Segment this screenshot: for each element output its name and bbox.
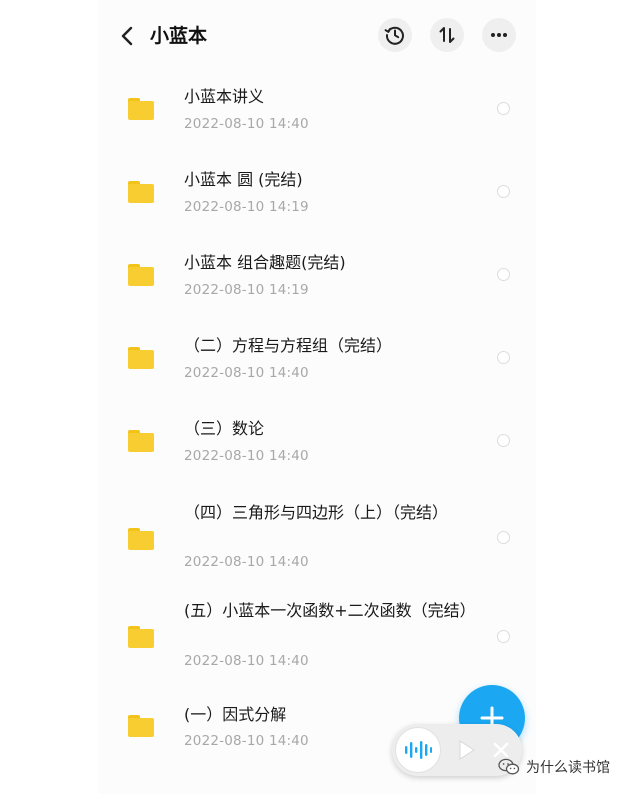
folder-icon	[128, 528, 154, 550]
watermark-text: 为什么读书馆	[526, 760, 610, 776]
folder-icon	[128, 347, 154, 369]
folder-icon	[128, 715, 154, 737]
watermark: 为什么读书馆	[498, 756, 610, 778]
more-button[interactable]	[482, 18, 516, 52]
sort-button[interactable]	[430, 18, 464, 52]
audio-wave-icon	[405, 741, 432, 759]
file-list: 小蓝本讲义 2022-08-10 14:40 小蓝本 圆 (完结) 2022-0…	[98, 72, 536, 766]
wechat-icon	[498, 758, 520, 775]
back-button[interactable]	[116, 22, 138, 50]
more-icon	[491, 33, 507, 37]
file-name: 小蓝本 组合趣题(完结)	[184, 253, 346, 272]
folder-icon	[128, 264, 154, 286]
history-icon	[384, 26, 404, 45]
file-name: 小蓝本 圆 (完结)	[184, 170, 303, 189]
sort-icon	[439, 27, 455, 43]
select-radio[interactable]	[497, 630, 510, 643]
list-item[interactable]: 小蓝本讲义 2022-08-10 14:40	[98, 72, 536, 155]
file-date: 2022-08-10 14:19	[184, 282, 309, 298]
file-name: 小蓝本讲义	[184, 87, 265, 106]
file-date: 2022-08-10 14:19	[184, 199, 309, 215]
list-item[interactable]: 小蓝本 圆 (完结) 2022-08-10 14:19	[98, 155, 536, 238]
folder-icon	[128, 430, 154, 452]
select-radio[interactable]	[497, 185, 510, 198]
list-item[interactable]: （三）数论 2022-08-10 14:40	[98, 404, 536, 488]
play-icon[interactable]	[454, 738, 478, 762]
folder-icon	[128, 626, 154, 648]
select-radio[interactable]	[497, 531, 510, 544]
file-date: 2022-08-10 14:40	[184, 116, 309, 132]
select-radio[interactable]	[497, 268, 510, 281]
select-radio[interactable]	[497, 434, 510, 447]
top-bar: 小蓝本	[98, 0, 536, 72]
select-radio[interactable]	[497, 351, 510, 364]
audio-wave-button[interactable]	[395, 727, 441, 773]
select-radio[interactable]	[497, 102, 510, 115]
chevron-left-icon	[121, 26, 133, 46]
folder-icon	[128, 181, 154, 203]
file-date: 2022-08-10 14:40	[184, 365, 309, 381]
file-date: 2022-08-10 14:40	[184, 733, 309, 749]
list-item[interactable]: (五）小蓝本一次函数+二次函数（完结） 2022-08-10 14:40	[98, 586, 536, 686]
file-date: 2022-08-10 14:40	[184, 653, 309, 669]
list-item[interactable]: 小蓝本 组合趣题(完结) 2022-08-10 14:19	[98, 238, 536, 321]
file-name: （三）数论	[184, 419, 265, 438]
file-date: 2022-08-10 14:40	[184, 448, 309, 464]
file-name: （二）方程与方程组（完结）	[184, 336, 393, 355]
folder-icon	[128, 98, 154, 120]
file-name: （四）三角形与四边形（上）（完结）	[184, 503, 449, 522]
list-item[interactable]: （四）三角形与四边形（上）（完结） 2022-08-10 14:40	[98, 488, 536, 586]
list-item[interactable]: （二）方程与方程组（完结） 2022-08-10 14:40	[98, 321, 536, 404]
file-name: (一）因式分解	[184, 705, 287, 724]
history-button[interactable]	[378, 18, 412, 52]
page-title: 小蓝本	[150, 25, 208, 47]
file-date: 2022-08-10 14:40	[184, 554, 309, 570]
file-name: (五）小蓝本一次函数+二次函数（完结）	[184, 601, 476, 620]
